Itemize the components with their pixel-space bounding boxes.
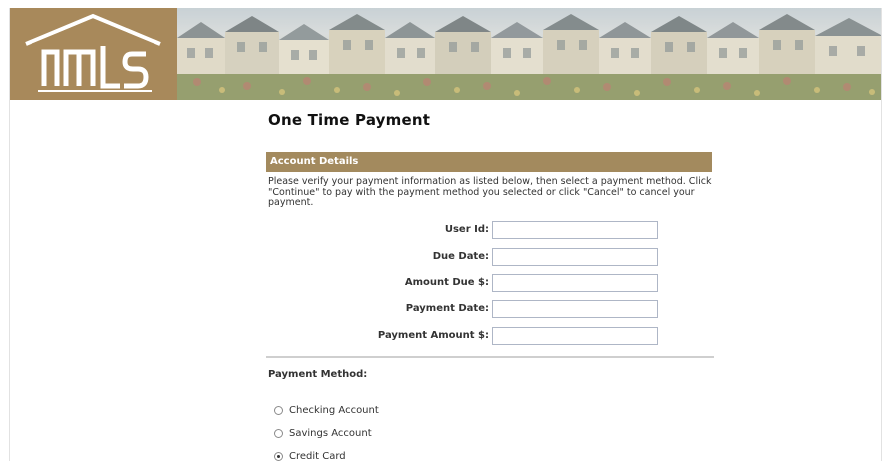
user-id-row: User Id: [266,221,714,239]
nmls-logo[interactable] [10,8,177,100]
savings-account-radio[interactable] [274,429,283,438]
header [10,8,881,100]
payment-date-label: Payment Date: [405,303,489,314]
amount-due-field[interactable] [492,274,658,292]
credit-card-radio[interactable] [274,452,283,461]
payment-date-row: Payment Date: [266,300,714,318]
checking-account-radio[interactable] [274,406,283,415]
section-title: Account Details [270,156,359,167]
credit-card-label[interactable]: Credit Card [289,451,346,461]
houses-banner-image [177,8,881,100]
page-frame: One Time Payment Account Details Please … [9,8,882,461]
payment-date-field[interactable] [492,300,658,318]
payment-amount-row: Payment Amount $: [266,327,714,345]
amount-due-label: Amount Due $: [404,277,489,288]
payment-method-title: Payment Method: [268,369,368,380]
account-details-header: Account Details [266,152,712,172]
savings-account-label[interactable]: Savings Account [289,428,372,439]
user-id-field[interactable] [492,221,658,239]
payment-amount-label: Payment Amount $: [377,330,489,341]
checking-account-label[interactable]: Checking Account [289,405,379,416]
instructions-text: Please verify your payment information a… [268,176,712,208]
due-date-field[interactable] [492,248,658,266]
section-divider [266,356,714,358]
payment-amount-field[interactable] [492,327,658,345]
page-title: One Time Payment [268,111,431,129]
due-date-label: Due Date: [432,251,489,262]
user-id-label: User Id: [444,224,489,235]
amount-due-row: Amount Due $: [266,274,714,292]
due-date-row: Due Date: [266,248,714,266]
logo-graphic [25,13,161,92]
